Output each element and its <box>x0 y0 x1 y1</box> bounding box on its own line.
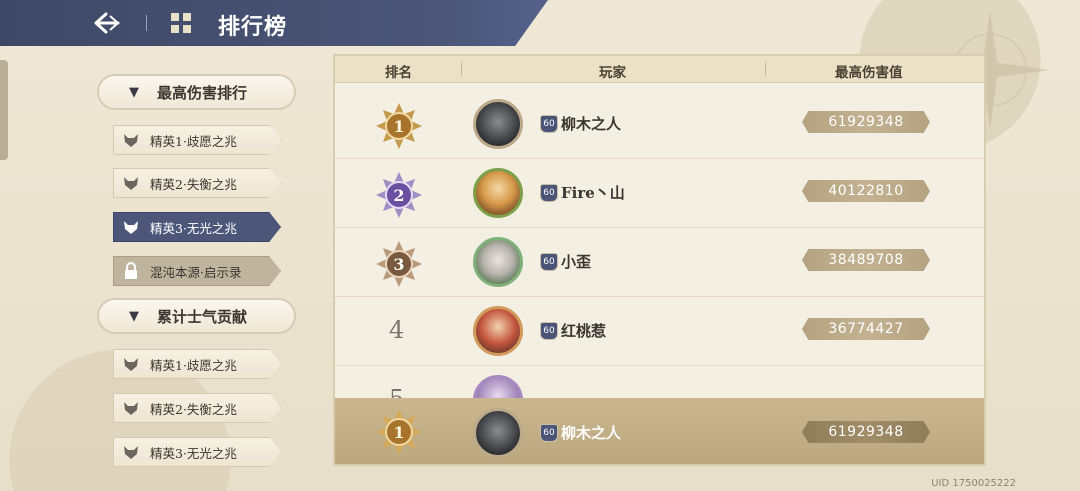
edge-handle[interactable] <box>0 60 8 160</box>
sidebar-item-elite1-damage[interactable]: 精英1·歧愿之兆 <box>113 125 281 155</box>
fox-icon <box>122 399 140 417</box>
sidebar-item-label: 精英1·歧愿之兆 <box>150 133 237 149</box>
sidebar-item-chaos-locked[interactable]: 混沌本源·启示录 <box>113 256 281 286</box>
svg-text:2: 2 <box>393 186 404 205</box>
chevron-down-icon: ▼ <box>129 84 139 100</box>
level-badge: 60 <box>540 322 558 340</box>
col-player-header: 玩家 <box>599 65 626 81</box>
score-value: 38489708 <box>802 249 930 271</box>
level-badge: 60 <box>540 424 558 442</box>
my-rank-bar[interactable]: 1 60 柳木之人 61929348 <box>335 398 984 464</box>
table-row[interactable]: 4 60 红桃惹 36774427 <box>335 296 984 366</box>
table-row[interactable]: 1 60 柳木之人 61929348 <box>335 89 984 159</box>
sidebar-item-elite2-morale[interactable]: 精英2·失衡之兆 <box>113 393 281 423</box>
chevron-down-icon: ▼ <box>129 308 139 324</box>
sidebar-item-label: 精英2·失衡之兆 <box>150 401 237 417</box>
table-row[interactable]: 3 60 小歪 38489708 <box>335 227 984 297</box>
group-morale-contribution[interactable]: ▼ 累计士气贡献 <box>97 298 296 334</box>
sidebar-item-label: 精英3·无光之兆 <box>150 445 237 461</box>
sidebar-item-label: 精英2·失衡之兆 <box>150 176 237 192</box>
col-divider <box>461 62 462 76</box>
fox-icon <box>122 218 140 236</box>
sidebar-item-elite1-morale[interactable]: 精英1·歧愿之兆 <box>113 349 281 379</box>
sidebar-item-label: 混沌本源·启示录 <box>150 264 242 280</box>
score-value: 40122810 <box>802 180 930 202</box>
fox-icon <box>122 131 140 149</box>
avatar[interactable] <box>473 237 523 287</box>
rank-number: 4 <box>389 316 405 344</box>
sidebar-item-elite3-damage[interactable]: 精英3·无光之兆 <box>113 212 281 242</box>
avatar[interactable] <box>473 168 523 218</box>
ranking-panel[interactable]: 排名 玩家 最高伤害值 1 60 柳木之人 61929348 2 60 Fire… <box>333 54 986 466</box>
fox-icon <box>122 174 140 192</box>
player-name: 小歪 <box>561 253 592 271</box>
avatar[interactable] <box>473 99 523 149</box>
level-badge: 60 <box>540 115 558 133</box>
level-badge: 60 <box>540 253 558 271</box>
page-title: 排行榜 <box>218 14 288 40</box>
gold-medal-icon: 1 <box>376 103 422 149</box>
player-name: 红桃惹 <box>561 322 607 340</box>
silver-medal-icon: 2 <box>376 172 422 218</box>
group-label: 累计士气贡献 <box>157 307 248 326</box>
col-divider <box>765 62 766 76</box>
gold-medal-icon: 1 <box>376 409 422 455</box>
player-name: 柳木之人 <box>561 115 622 133</box>
sidebar-item-label: 精英1·歧愿之兆 <box>150 357 237 373</box>
uid-label: UID 1750025222 <box>931 478 1016 489</box>
score-value: 61929348 <box>802 111 930 133</box>
sidebar-item-elite3-morale[interactable]: 精英3·无光之兆 <box>113 437 281 467</box>
score-value: 61929348 <box>802 421 930 443</box>
col-score-header: 最高伤害值 <box>835 65 903 81</box>
grid-menu-icon[interactable] <box>170 12 192 34</box>
svg-text:1: 1 <box>393 117 404 136</box>
player-name: Fire丶山 <box>561 184 625 202</box>
sidebar-item-label: 精英3·无光之兆 <box>150 220 237 236</box>
bronze-medal-icon: 3 <box>376 241 422 287</box>
avatar[interactable] <box>473 306 523 356</box>
header-separator <box>146 15 147 31</box>
player-name: 柳木之人 <box>561 424 622 442</box>
table-row[interactable]: 2 60 Fire丶山 40122810 <box>335 158 984 228</box>
group-max-damage[interactable]: ▼ 最高伤害排行 <box>97 74 296 110</box>
svg-text:1: 1 <box>393 423 404 442</box>
back-arrow-icon[interactable] <box>92 8 124 38</box>
col-rank-header: 排名 <box>385 65 412 81</box>
table-header: 排名 玩家 最高伤害值 <box>335 56 984 83</box>
sidebar-item-elite2-damage[interactable]: 精英2·失衡之兆 <box>113 168 281 198</box>
group-label: 最高伤害排行 <box>157 83 248 102</box>
svg-text:3: 3 <box>393 255 404 274</box>
lock-icon <box>122 262 140 280</box>
level-badge: 60 <box>540 184 558 202</box>
score-value: 36774427 <box>802 318 930 340</box>
avatar[interactable] <box>473 408 523 458</box>
fox-icon <box>122 443 140 461</box>
top-header: 排行榜 <box>0 0 548 46</box>
fox-icon <box>122 355 140 373</box>
